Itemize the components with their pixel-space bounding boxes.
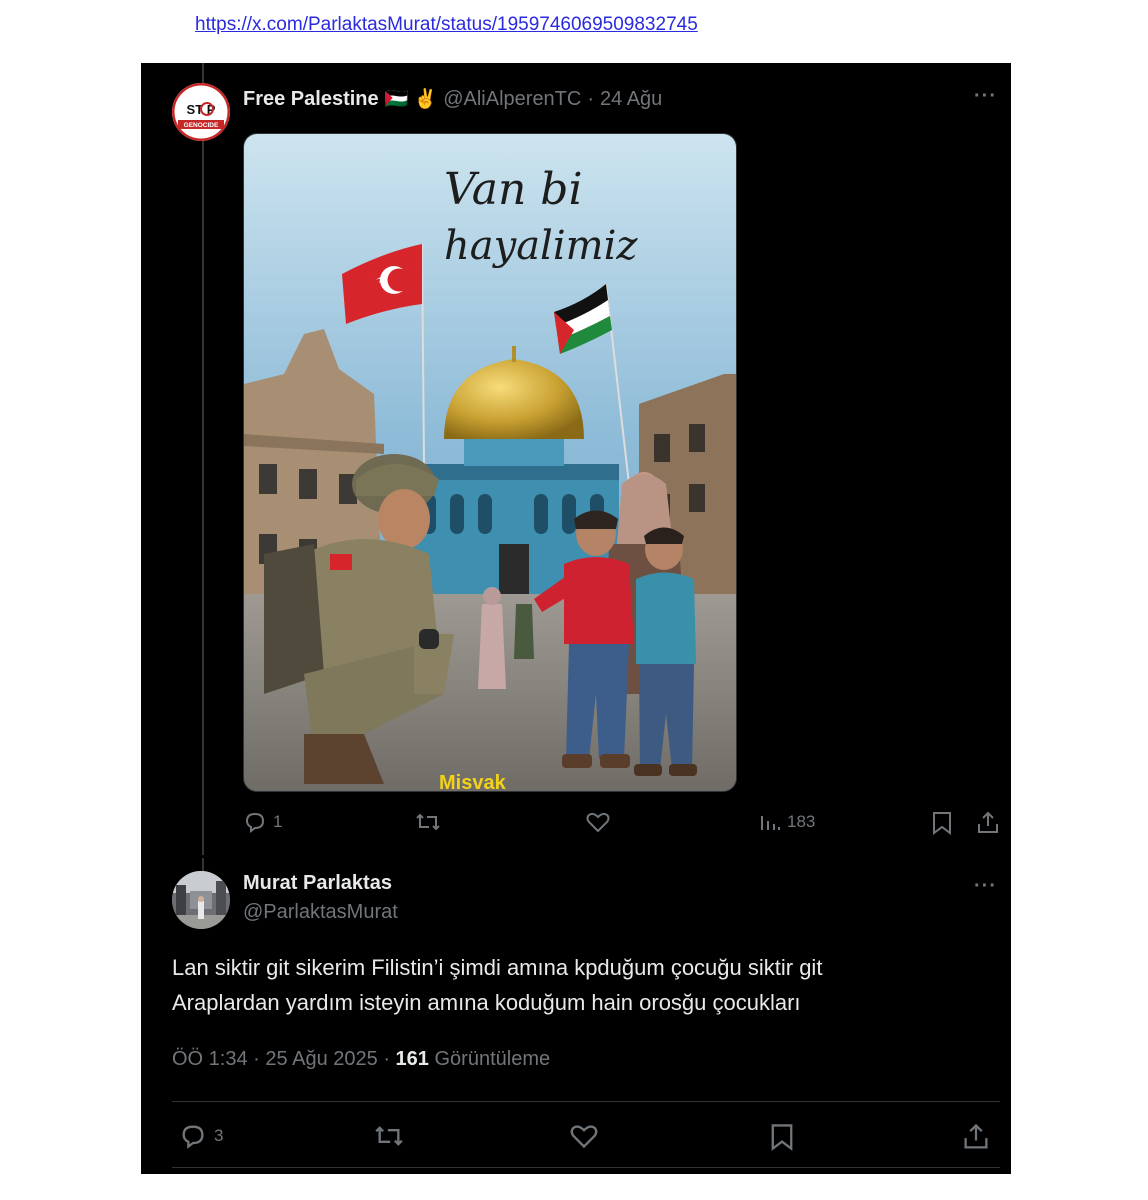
retweet-icon — [373, 1122, 405, 1150]
avatar-text-bottom: GENOCIDE — [184, 122, 219, 129]
image-caption-line1: Van bi — [444, 164, 583, 215]
separator: · — [587, 87, 595, 110]
share-icon — [962, 1122, 990, 1152]
bookmark-icon — [769, 1122, 795, 1152]
retweet-button[interactable] — [415, 810, 441, 834]
like-icon — [585, 810, 611, 834]
bookmark-button[interactable] — [931, 810, 953, 836]
thread-line — [202, 63, 204, 858]
post-text-line: Lan siktir git sikerim Filistin’i şimdi … — [172, 955, 823, 980]
display-name[interactable]: Free Palestine — [243, 88, 379, 111]
separator: · — [383, 1048, 390, 1070]
name-emoji: 🇵🇸 ✌️ — [384, 89, 438, 110]
reply-post-header: Murat Parlaktas @ParlaktasMurat — [243, 872, 398, 924]
avatar[interactable] — [172, 871, 230, 929]
post-image[interactable]: Van bi hayalimiz Misvak — [243, 133, 737, 792]
image-watermark: Misvak — [439, 772, 507, 791]
like-button[interactable] — [568, 1122, 600, 1150]
post-time[interactable]: ÖÖ 1:34 — [172, 1048, 248, 1070]
like-icon — [568, 1122, 600, 1150]
like-button[interactable] — [585, 810, 611, 834]
quoted-post-header: Free Palestine 🇵🇸 ✌️ @AliAlperenTC · 24 … — [243, 85, 662, 113]
separator: · — [253, 1048, 260, 1070]
retweet-icon — [415, 810, 441, 834]
views-button[interactable]: 183 — [759, 810, 815, 834]
screenshot-frame: ST P GENOCIDE Free Palestine 🇵🇸 ✌️ @AliA… — [141, 63, 1011, 1174]
avatar[interactable]: ST P GENOCIDE — [172, 83, 230, 141]
image-caption-line2: hayalimiz — [444, 223, 638, 269]
quoted-post-actions: 1 183 — [243, 808, 1001, 838]
post-text-line: Araplardan yardım isteyin amına koduğum … — [172, 990, 801, 1015]
share-icon — [976, 810, 1000, 836]
reply-count: 1 — [273, 812, 283, 831]
reply-button[interactable]: 1 — [243, 810, 282, 834]
retweet-button[interactable] — [373, 1122, 405, 1150]
bookmark-icon — [931, 810, 953, 836]
divider — [172, 1167, 1000, 1168]
more-options-icon[interactable]: ··· — [974, 875, 997, 898]
post-text: Lan siktir git sikerim Filistin’i şimdi … — [172, 950, 972, 1020]
views-label: Görüntüleme — [434, 1048, 551, 1070]
reply-icon — [243, 810, 267, 834]
reply-post-actions: 3 — [172, 1120, 1000, 1152]
share-button[interactable] — [962, 1122, 990, 1152]
post-meta: ÖÖ 1:34 · 25 Ağu 2025 · 161 Görüntüleme — [172, 1048, 550, 1071]
bookmark-button[interactable] — [769, 1122, 795, 1152]
divider — [172, 1101, 1000, 1102]
post-date[interactable]: 24 Ağu — [600, 88, 662, 111]
views-count: 161 — [395, 1048, 429, 1070]
source-url-link[interactable]: https://x.com/ParlaktasMurat/status/1959… — [195, 14, 698, 36]
reply-button[interactable]: 3 — [178, 1122, 223, 1150]
share-button[interactable] — [976, 810, 1000, 836]
post-date[interactable]: 25 Ağu 2025 — [265, 1048, 377, 1070]
handle[interactable]: @ParlaktasMurat — [243, 901, 398, 924]
display-name[interactable]: Murat Parlaktas — [243, 872, 398, 895]
handle[interactable]: @AliAlperenTC — [443, 88, 581, 111]
reply-icon — [178, 1122, 208, 1150]
reply-count: 3 — [214, 1126, 224, 1145]
views-icon — [759, 810, 781, 834]
more-options-icon[interactable]: ··· — [974, 85, 997, 108]
views-count: 183 — [787, 812, 816, 831]
